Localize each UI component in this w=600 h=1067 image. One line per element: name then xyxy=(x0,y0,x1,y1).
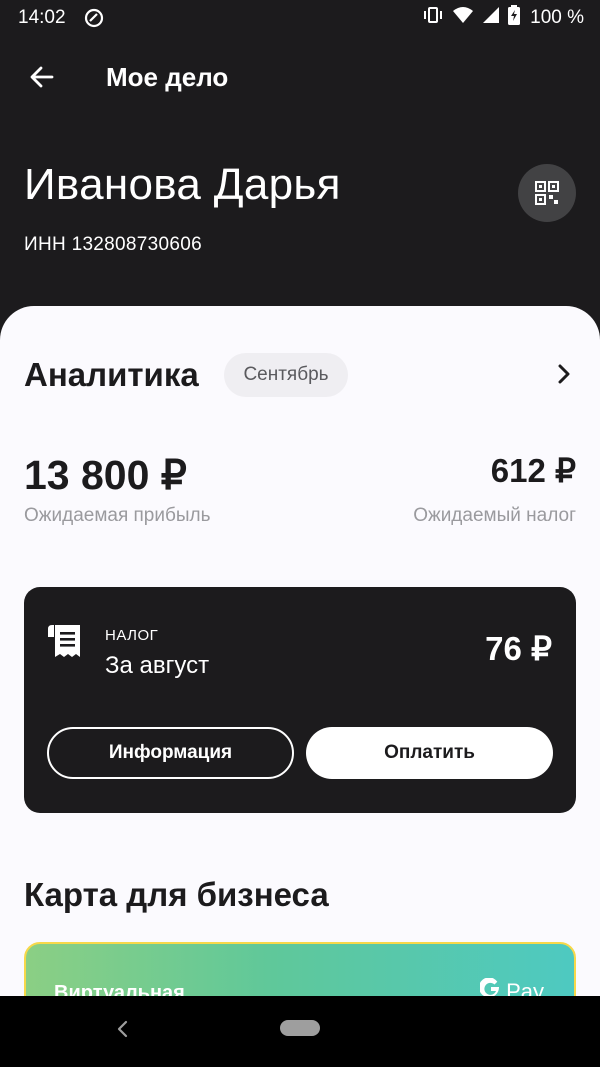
analytics-title: Аналитика xyxy=(24,356,199,393)
tax-card-overline: НАЛОГ xyxy=(105,627,159,644)
info-button[interactable]: Информация xyxy=(47,727,294,779)
status-time: 14:02 xyxy=(18,7,66,28)
expected-tax-label: Ожидаемый налог xyxy=(413,505,576,526)
month-chip[interactable]: Сентябрь xyxy=(224,353,348,397)
arrow-back-icon xyxy=(22,66,62,102)
app-bar: Мое дело xyxy=(0,48,600,108)
wifi-icon xyxy=(452,6,474,29)
battery-percent: 100 % xyxy=(530,6,584,28)
expected-tax-value: 612 ₽ xyxy=(490,452,576,489)
expected-profit-value: 13 800 ₽ xyxy=(24,452,187,498)
page-title: Мое дело xyxy=(106,62,229,92)
tax-card-amount: 76 ₽ xyxy=(485,630,552,667)
status-icons: 100 % xyxy=(422,5,584,30)
expected-profit-label: Ожидаемая прибыль xyxy=(24,505,211,526)
profile-name: Иванова Дарья xyxy=(24,160,341,209)
nav-back-icon[interactable] xyxy=(114,1020,130,1043)
chevron-right-icon[interactable] xyxy=(552,362,576,391)
back-button[interactable] xyxy=(22,58,62,98)
content-sheet: Аналитика Сентябрь 13 800 ₽ Ожидаемая пр… xyxy=(0,306,600,1006)
navigation-bar xyxy=(0,996,600,1067)
signal-icon xyxy=(482,6,500,29)
receipt-icon xyxy=(46,623,82,664)
nav-home-pill[interactable] xyxy=(280,1020,320,1036)
inn-number: ИНН 132808730606 xyxy=(24,234,202,255)
status-bar: 14:02 100 % xyxy=(0,0,600,36)
qr-code-button[interactable] xyxy=(518,164,576,222)
tax-card-title: За август xyxy=(105,652,210,679)
at-sign-icon xyxy=(84,8,104,33)
battery-icon xyxy=(508,5,521,30)
pay-button[interactable]: Оплатить xyxy=(306,727,553,779)
tax-card: НАЛОГ За август 76 ₽ Информация Оплатить xyxy=(24,587,576,813)
vibrate-icon xyxy=(422,5,444,30)
business-card-title: Карта для бизнеса xyxy=(24,876,329,913)
